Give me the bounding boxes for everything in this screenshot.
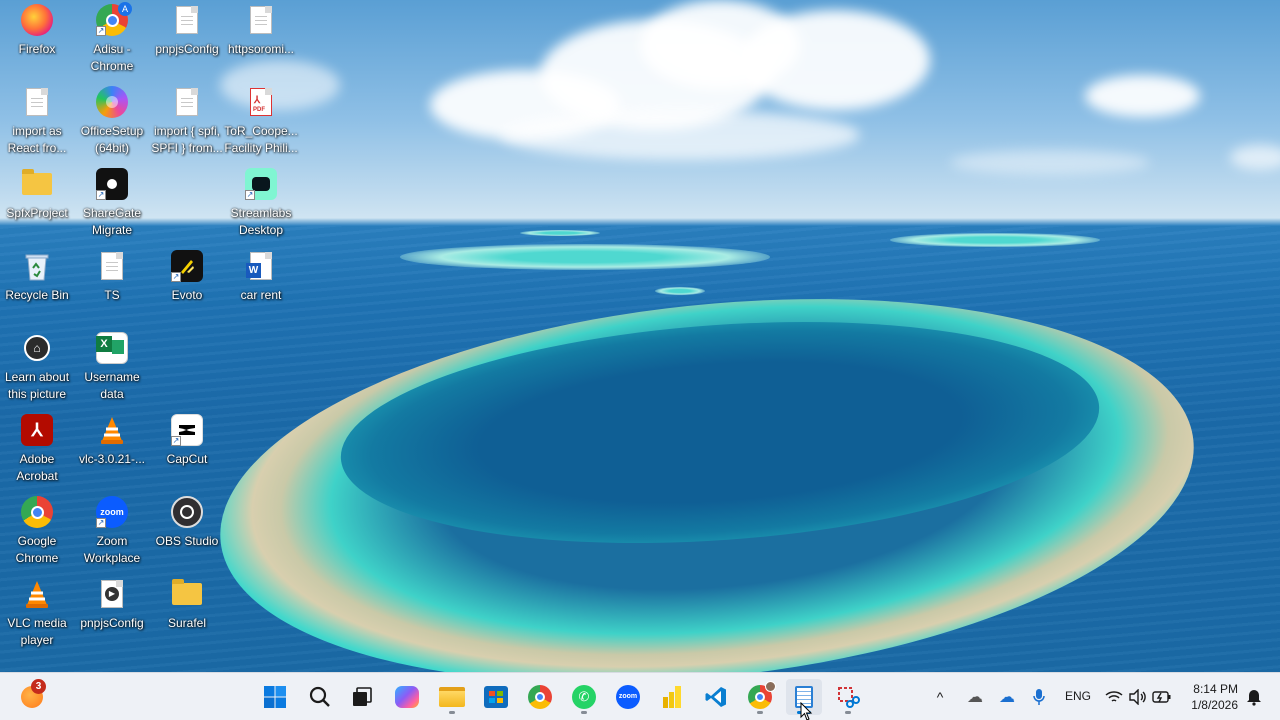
desktop-icon-adobe-acrobat[interactable]: ⅄ Adobe Acrobat [0,414,74,484]
desktop-icon-import-spfi[interactable]: import { spfi, SPFI } from... [150,86,224,156]
desktop-icon-sharegate-migrate[interactable]: ↗ ShareGate Migrate [75,168,149,238]
tray-onedrive-button[interactable]: ☁ [960,679,990,715]
desktop-icon-capcut[interactable]: ↗ CapCut [150,414,224,468]
taskbar-chrome-button[interactable] [522,679,558,715]
desktop-icon-pnpjsconfig-media[interactable]: ▶ pnpjsConfig [75,578,149,632]
acrobat-icon: ⅄ [21,414,53,446]
desktop-icon-import-as-react[interactable]: import as React fro... [0,86,74,156]
office-icon [96,86,128,118]
whatsapp-icon: ✆ [572,685,596,709]
desktop-icon-car-rent[interactable]: W car rent [224,250,298,304]
taskbar: ✆ zoom ^ ☁ ☁ ENG 8:14 PM 1/8/2026 [0,672,1280,720]
language-indicator[interactable]: ENG [1065,689,1091,703]
word-icon: W [246,252,272,280]
store-icon [484,686,508,708]
mouse-cursor-icon [800,702,813,720]
microphone-icon [1033,689,1045,705]
clock-date: 1/8/2026 [1191,698,1238,712]
desktop-icon-adisu-chrome[interactable]: A ↗ Adisu - Chrome [75,2,149,74]
windows-start-icon [264,686,286,708]
media-file-icon: ▶ [101,580,123,608]
folder-icon [439,687,465,707]
chevron-up-icon: ^ [936,689,944,705]
task-view-icon [353,687,372,706]
show-hidden-icons-button[interactable]: ^ [925,679,955,715]
desktop-icon-tor-coope[interactable]: ⅄ PDF ToR_Coope... Facility Phili... [224,86,298,156]
excel-icon: X [96,332,128,364]
taskbar-whatsapp-button[interactable]: ✆ [566,679,602,715]
desktop-icon-vlc-media-player[interactable]: VLC media player [0,578,74,648]
spotlight-icon: ⌂ [24,335,50,361]
desktop-icon-obs-studio[interactable]: OBS Studio [150,496,224,550]
firefox-icon [21,4,53,36]
tray-battery-button[interactable] [1148,679,1176,715]
desktop-icon-recycle-bin[interactable]: Recycle Bin [0,250,74,304]
taskbar-power-bi-button[interactable] [654,679,690,715]
notifications-button[interactable] [1240,679,1268,715]
zoom-icon: zoom [616,685,640,709]
snipping-tool-icon [838,687,860,708]
taskbar-clock[interactable]: 8:14 PM 1/8/2026 [1191,681,1238,713]
search-icon [309,686,330,707]
taskbar-task-view-button[interactable] [344,679,380,715]
taskbar-start-button[interactable] [257,679,293,715]
vscode-icon [705,687,726,707]
desktop-icon-google-chrome[interactable]: Google Chrome [0,496,74,566]
tray-microphone-button[interactable] [1024,679,1054,715]
vlc-icon [96,414,128,446]
copilot-icon [395,686,419,708]
taskbar-store-button[interactable] [478,679,514,715]
chrome-icon [528,685,552,709]
document-icon [250,6,272,34]
recycle-bin-icon [21,250,53,282]
folder-icon [22,169,52,195]
taskbar-search-button[interactable] [302,679,338,715]
clock-time: 8:14 PM [1193,682,1238,696]
desktop-icon-zoom-workplace[interactable]: zoom ↗ Zoom Workplace [75,496,149,566]
taskbar-file-explorer-button[interactable] [434,679,470,715]
taskbar-snipping-tool-button[interactable] [830,679,866,715]
battery-charging-icon [1152,691,1171,703]
chrome-profile-icon [748,681,776,709]
taskbar-vscode-button[interactable] [698,679,734,715]
desktop-icon-surafel[interactable]: Surafel [150,578,224,632]
desktop-icon-officesetup[interactable]: OfficeSetup (64bit) [75,86,149,156]
folder-icon [172,579,202,605]
notification-bell-icon [1247,690,1261,706]
pdf-icon: ⅄ PDF [250,88,272,116]
taskbar-chrome-profile-button[interactable] [742,679,778,715]
desktop-icon-pnpjsconfig[interactable]: pnpjsConfig [150,4,224,58]
desktop-icon-vlc-installer[interactable]: vlc-3.0.21-... [75,414,149,468]
document-icon [101,252,123,280]
desktop-icon-ts[interactable]: TS [75,250,149,304]
desktop-icon-learn-about-this-picture[interactable]: ⌂ Learn about this picture [0,332,74,402]
document-icon [176,6,198,34]
taskbar-copilot-button[interactable] [389,679,425,715]
document-icon [176,88,198,116]
desktop-icon-spfxproject[interactable]: SpfxProject [0,168,74,222]
chrome-icon [21,496,53,528]
obs-icon [171,496,203,528]
power-bi-icon [663,686,681,708]
desktop-icon-username-data[interactable]: X Username data [75,332,149,402]
desktop-icon-evoto[interactable]: ↗ Evoto [150,250,224,304]
wifi-icon [1105,691,1123,702]
tray-cloud-sync-button[interactable]: ☁ [992,679,1022,715]
widgets-badge: 3 [31,679,46,694]
desktop-icon-streamlabs-desktop[interactable]: ↗ Streamlabs Desktop [224,168,298,238]
taskbar-zoom-button[interactable]: zoom [610,679,646,715]
document-icon [26,88,48,116]
onedrive-icon: ☁ [967,689,983,706]
speaker-icon [1129,689,1146,705]
vlc-icon [21,578,53,610]
desktop-icon-httpsoromi[interactable]: httpsoromi... [224,4,298,58]
cloud-sync-icon: ☁ [999,689,1015,706]
desktop-icon-firefox[interactable]: Firefox [0,4,74,58]
